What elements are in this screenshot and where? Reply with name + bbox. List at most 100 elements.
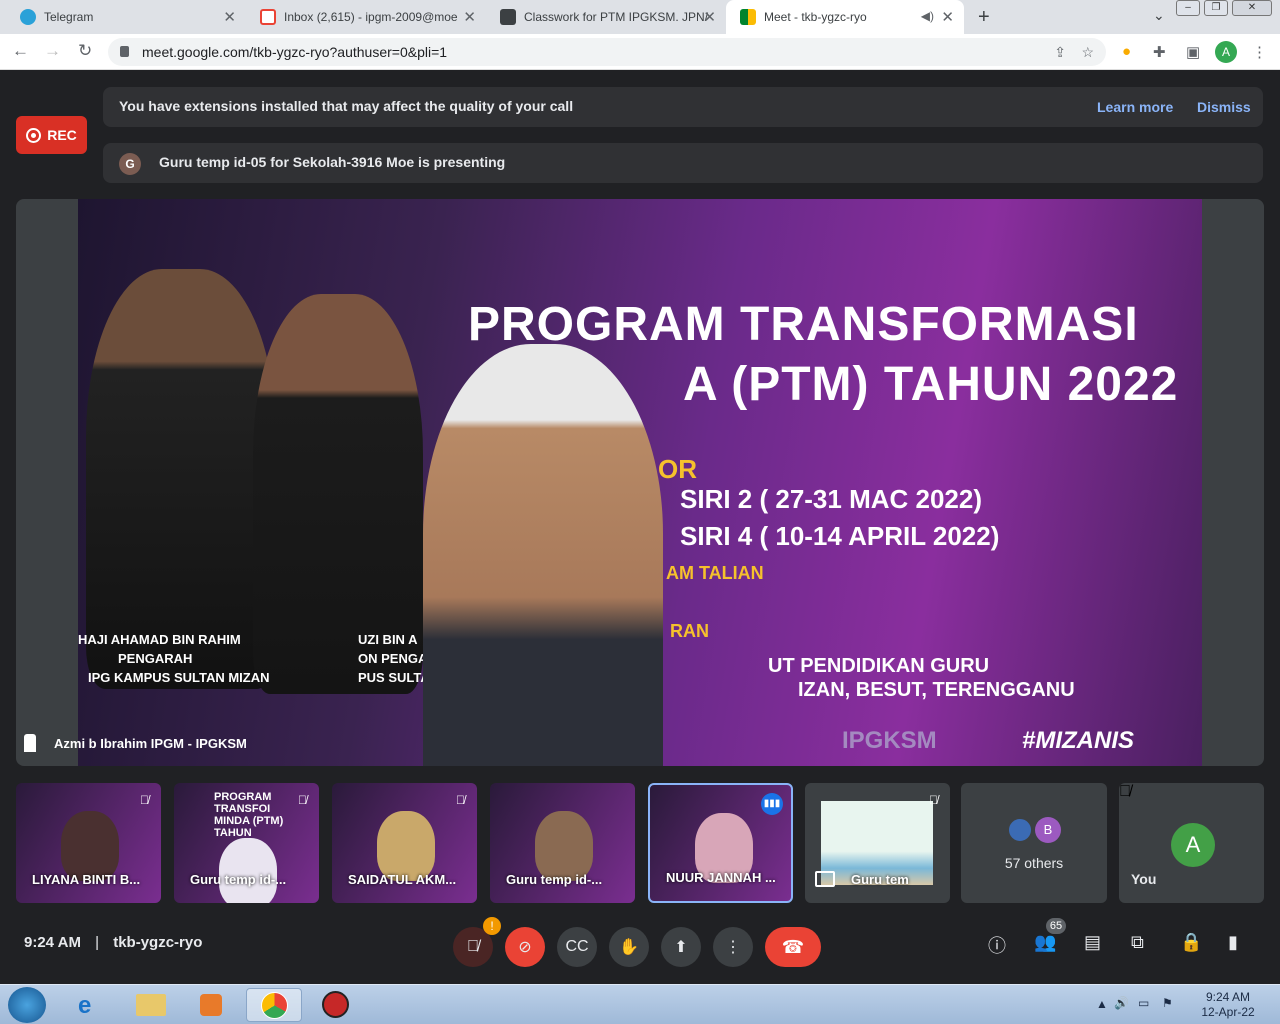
close-tab-icon[interactable]: ✕: [941, 8, 954, 26]
captions-button[interactable]: CC: [557, 927, 597, 967]
recording-indicator: REC: [16, 116, 87, 154]
hand-icon: ✋: [619, 939, 639, 956]
chat-icon[interactable]: ▤: [1084, 932, 1101, 953]
self-avatar: A: [1171, 823, 1215, 867]
rec-label: REC: [47, 127, 77, 143]
mic-off-icon: 🎙̸: [1119, 783, 1131, 800]
close-tab-icon[interactable]: ✕: [223, 8, 236, 26]
extension-warning-banner: You have extensions installed that may a…: [103, 87, 1263, 127]
dismiss-button[interactable]: Dismiss: [1197, 99, 1251, 115]
speaker1-campus: IPG KAMPUS SULTAN MIZAN: [88, 669, 270, 685]
tab-telegram[interactable]: Telegram ✕: [6, 0, 246, 34]
share-icon[interactable]: ⇪: [1054, 38, 1066, 66]
participant-name: Guru temp id-...: [190, 872, 287, 887]
slide-siri4: SIRI 4 ( 10-14 APRIL 2022): [680, 521, 1000, 551]
mic-off-icon: 🎙̸: [929, 793, 938, 807]
host-controls-icon[interactable]: 🔒: [1180, 932, 1202, 953]
mic-toggle-button[interactable]: 🎙̸ !: [453, 917, 501, 967]
start-button[interactable]: [8, 987, 46, 1023]
taskbar-clock[interactable]: 9:24 AM 12-Apr-22: [1190, 990, 1266, 1020]
others-count: 57 others: [1004, 855, 1064, 871]
app-taskbar-icon[interactable]: [308, 988, 364, 1022]
file-explorer-icon[interactable]: [124, 988, 180, 1022]
profile-avatar[interactable]: A: [1215, 41, 1237, 63]
slide-location: IZAN, BESUT, TERENGGANU: [798, 679, 1075, 701]
bookmark-star-icon[interactable]: ☆: [1081, 38, 1094, 66]
flag-icon[interactable]: ⚑: [1162, 996, 1173, 1010]
camera-toggle-button[interactable]: ⊘: [505, 927, 545, 967]
more-options-button[interactable]: ⋮: [713, 927, 753, 967]
restore-button[interactable]: ❐: [1204, 0, 1228, 16]
url-field[interactable]: meet.google.com/tkb-ygzc-ryo?authuser=0&…: [108, 38, 1106, 66]
others-avatar: [1007, 817, 1033, 843]
participant-name: SAIDATUL AKM...: [348, 872, 457, 887]
volume-icon[interactable]: 🔊: [1114, 996, 1129, 1010]
reload-button[interactable]: ↻: [78, 41, 92, 61]
participant-video: [61, 811, 119, 881]
mic-off-icon: 🎙̸: [456, 793, 465, 807]
tray-arrow-icon[interactable]: ▲: [1096, 997, 1108, 1011]
tab-search-icon[interactable]: ⌄: [1153, 7, 1165, 24]
camera-off-icon: ⊘: [518, 939, 532, 956]
chrome-menu-icon[interactable]: ⋮: [1252, 43, 1267, 61]
chrome-taskbar-icon[interactable]: [246, 988, 302, 1022]
url-text: meet.google.com/tkb-ygzc-ryo?authuser=0&…: [142, 44, 448, 60]
pin-icon[interactable]: [24, 734, 36, 752]
leave-call-button[interactable]: ☎: [765, 927, 821, 967]
speaker-photo-left: [86, 269, 276, 689]
learn-more-link[interactable]: Learn more: [1097, 99, 1173, 115]
presenting-banner: G Guru temp id-05 for Sekolah-3916 Moe i…: [103, 143, 1263, 183]
back-button[interactable]: ←: [12, 41, 29, 61]
participant-tile[interactable]: Guru temp id-...: [490, 783, 635, 903]
internet-explorer-icon[interactable]: e: [62, 988, 118, 1022]
speaker1-caption: HAJI AHAMAD BIN RAHIM PENGARAH IPG KAMPU…: [78, 631, 270, 688]
tab-title: Meet - tkb-ygzc-ryo: [764, 10, 867, 24]
people-icon[interactable]: 👥: [1034, 932, 1056, 953]
captions-icon: CC: [565, 938, 589, 955]
activities-icon[interactable]: ⧉: [1131, 932, 1144, 953]
network-icon[interactable]: ▭: [1138, 996, 1149, 1010]
close-tab-icon[interactable]: ✕: [463, 8, 476, 26]
tab-gmail[interactable]: Inbox (2,615) - ipgm-2009@moe ✕: [246, 0, 486, 34]
participant-name: NUUR JANNAH ...: [666, 870, 776, 885]
present-button[interactable]: ⬆: [661, 927, 701, 967]
tab-meet[interactable]: Meet - tkb-ygzc-ryo ◀) ✕: [726, 0, 964, 34]
new-tab-button[interactable]: +: [978, 6, 990, 29]
participant-name: LIYANA BINTI B...: [32, 872, 141, 887]
mic-off-icon: 🎙̸: [298, 793, 307, 807]
taskbar-time: 9:24 AM: [1205, 990, 1251, 1004]
audio-playing-icon[interactable]: ◀): [921, 9, 934, 23]
participant-tile[interactable]: 🎙̸ Guru tem: [805, 783, 950, 903]
participant-tile[interactable]: PROGRAM TRANSFOI MINDA (PTM) TAHUN 🎙̸ Gur…: [174, 783, 319, 903]
forward-button[interactable]: →: [44, 41, 61, 61]
meeting-code: tkb-ygzc-ryo: [113, 934, 203, 951]
main-video-tile[interactable]: PROGRAM TRANSFORMASI A (PTM) TAHUN 2022 …: [16, 199, 1264, 766]
meet-icon: [740, 9, 756, 25]
close-tab-icon[interactable]: ✕: [703, 8, 716, 26]
speaking-indicator-icon: ▮▮▮: [761, 793, 783, 815]
main-participant-name: Azmi b Ibrahim IPGM - IPGKSM: [54, 735, 247, 751]
slide-siri2: SIRI 2 ( 27-31 MAC 2022): [680, 484, 983, 514]
participants-count-badge: 65: [1046, 918, 1066, 934]
minimize-button[interactable]: –: [1176, 0, 1200, 16]
companion-icon[interactable]: ▮: [1228, 932, 1238, 953]
close-window-button[interactable]: ✕: [1232, 0, 1272, 16]
others-tile[interactable]: B 57 others: [961, 783, 1107, 903]
speaker1-name: HAJI AHAMAD BIN RAHIM: [78, 632, 241, 647]
side-panel-icon[interactable]: ▣: [1186, 43, 1200, 61]
extension-bulb-icon[interactable]: ●: [1122, 43, 1131, 60]
self-tile[interactable]: 🎙̸ A You: [1119, 783, 1264, 903]
speaker1-role: PENGARAH: [118, 650, 193, 666]
end-call-icon: ☎: [781, 936, 805, 957]
extensions-puzzle-icon[interactable]: ✚: [1153, 43, 1166, 61]
participant-tile[interactable]: 🎙̸ LIYANA BINTI B...: [16, 783, 161, 903]
participant-tile-speaking[interactable]: ▮▮▮ NUUR JANNAH ...: [648, 783, 793, 903]
window-controls: – ❐ ✕: [1176, 0, 1272, 16]
info-icon[interactable]: ⓘ: [988, 932, 1006, 958]
participant-tile[interactable]: 🎙̸ SAIDATUL AKM...: [332, 783, 477, 903]
raise-hand-button[interactable]: ✋: [609, 927, 649, 967]
participant-strip: 🎙̸ LIYANA BINTI B... PROGRAM TRANSFOI MIN…: [16, 783, 1264, 903]
tab-classroom[interactable]: Classwork for PTM IPGKSM. JPN/ ✕: [486, 0, 726, 34]
participant-video: [535, 811, 593, 881]
media-player-icon[interactable]: [184, 988, 240, 1022]
